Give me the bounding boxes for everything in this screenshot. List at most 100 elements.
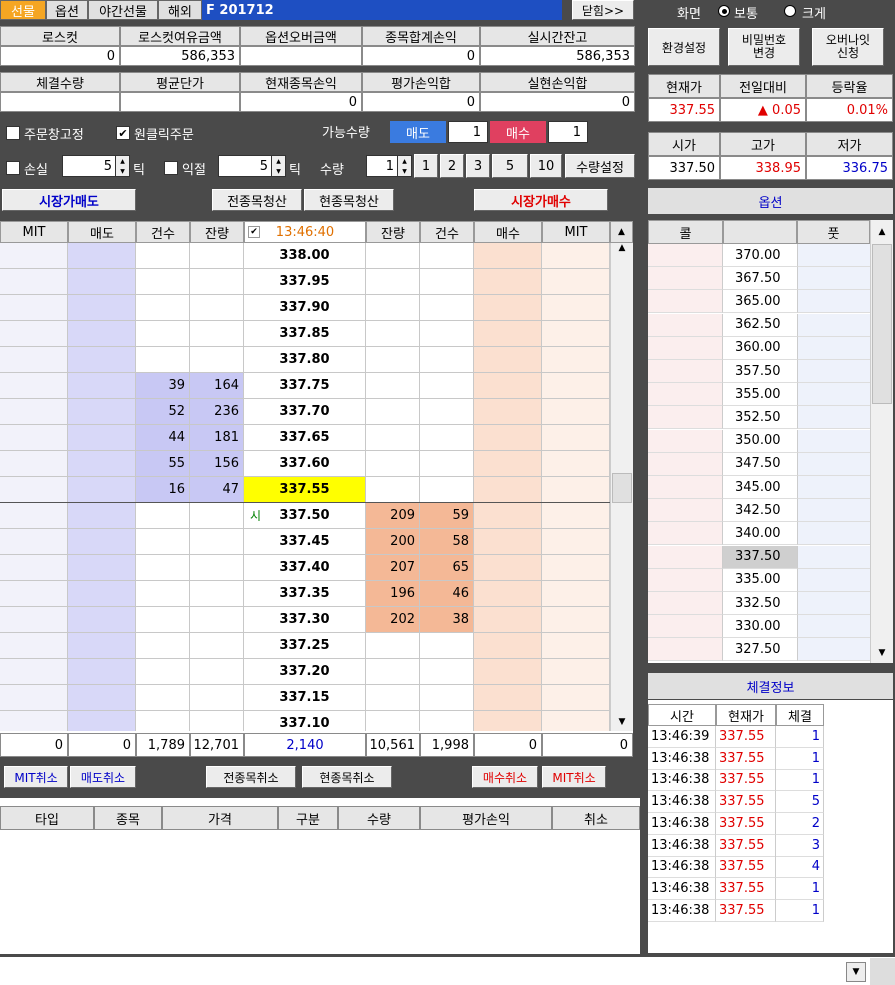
ob-mit-sell-cell[interactable] (0, 399, 68, 425)
qty-preset-1[interactable]: 2 (440, 154, 464, 178)
ob-price-cell[interactable]: 337.45 (244, 529, 366, 555)
ob-mit-buy-cell[interactable] (542, 711, 610, 731)
ob-price-cell[interactable]: 337.80 (244, 347, 366, 373)
mit-sell-cancel-button[interactable]: MIT취소 (4, 766, 68, 788)
call-cell[interactable] (648, 267, 723, 291)
call-cell[interactable] (648, 244, 723, 267)
header-up-icon[interactable]: ▲ (610, 221, 633, 243)
ob-mit-sell-cell[interactable] (0, 607, 68, 633)
ob-mit-buy-cell[interactable] (542, 477, 610, 503)
ob-sell-cell[interactable] (68, 425, 136, 451)
ob-buy-cell[interactable] (474, 321, 542, 347)
put-cell[interactable] (797, 522, 870, 546)
liquidate-current-button[interactable]: 현종목청산 (304, 189, 394, 211)
ob-sell-cell[interactable] (68, 711, 136, 731)
ob-sell-cell[interactable] (68, 607, 136, 633)
ob-sell-cell[interactable] (68, 321, 136, 347)
option-scroll-down-icon[interactable]: ▼ (871, 643, 893, 663)
ob-mit-buy-cell[interactable] (542, 529, 610, 555)
call-cell[interactable] (648, 383, 723, 407)
ob-buy-cell[interactable] (474, 243, 542, 269)
ob-mit-buy-cell[interactable] (542, 581, 610, 607)
put-cell[interactable] (797, 638, 870, 662)
ob-sell-cell[interactable] (68, 373, 136, 399)
put-cell[interactable] (797, 360, 870, 383)
ob-price-cell[interactable]: 337.20 (244, 659, 366, 685)
ob-price-cell[interactable]: 337.50 시 (244, 503, 366, 529)
call-cell[interactable] (648, 452, 723, 476)
call-cell[interactable] (648, 638, 723, 662)
ob-mit-buy-cell[interactable] (542, 451, 610, 477)
call-cell[interactable] (648, 522, 723, 546)
ob-mit-sell-cell[interactable] (0, 321, 68, 347)
close-button[interactable]: 닫힘>> (572, 0, 634, 20)
stop-loss-checkbox[interactable] (6, 161, 20, 175)
ob-buy-cell[interactable] (474, 503, 542, 529)
status-scroll[interactable] (870, 958, 895, 985)
status-dropdown-button[interactable]: ▼ (846, 962, 866, 982)
ob-sell-cell[interactable] (68, 529, 136, 555)
liquidate-all-button[interactable]: 전종목청산 (212, 189, 302, 211)
ob-price-cell[interactable]: 337.60 (244, 451, 366, 477)
qty-preset-0[interactable]: 1 (414, 154, 438, 178)
call-cell[interactable] (648, 360, 723, 383)
overnight-request-button[interactable]: 오버나잇 신청 (812, 28, 884, 66)
ob-mit-buy-cell[interactable] (542, 633, 610, 659)
ob-mit-sell-cell[interactable] (0, 503, 68, 529)
option-scroll-up-icon[interactable]: ▲ (871, 220, 893, 244)
ob-mit-sell-cell[interactable] (0, 633, 68, 659)
ob-sell-cell[interactable] (68, 243, 136, 269)
call-cell[interactable] (648, 429, 723, 453)
qty-preset-2[interactable]: 3 (466, 154, 490, 178)
ob-sell-cell[interactable] (68, 555, 136, 581)
put-cell[interactable] (797, 383, 870, 407)
call-cell[interactable] (648, 313, 723, 337)
call-cell[interactable] (648, 615, 723, 639)
put-cell[interactable] (797, 429, 870, 453)
call-cell[interactable] (648, 592, 723, 615)
ob-mit-buy-cell[interactable] (542, 555, 610, 581)
mit-buy-cancel-button[interactable]: MIT취소 (542, 766, 606, 788)
ob-mit-sell-cell[interactable] (0, 295, 68, 321)
ob-price-cell[interactable]: 337.25 (244, 633, 366, 659)
ob-buy-cell[interactable] (474, 659, 542, 685)
ob-mit-sell-cell[interactable] (0, 451, 68, 477)
orderbook-col-4[interactable]: 13:46:40 (244, 221, 366, 243)
take-profit-checkbox[interactable] (164, 161, 178, 175)
ob-mit-sell-cell[interactable] (0, 659, 68, 685)
ob-mit-sell-cell[interactable] (0, 373, 68, 399)
tab-night-futures[interactable]: 야간선물 (88, 0, 158, 20)
ob-buy-cell[interactable] (474, 269, 542, 295)
put-cell[interactable] (797, 499, 870, 523)
ob-price-cell[interactable]: 337.35 (244, 581, 366, 607)
ob-price-cell[interactable]: 337.65 (244, 425, 366, 451)
cancel-all-button[interactable]: 전종목취소 (206, 766, 296, 788)
normal-radio[interactable] (718, 5, 730, 17)
qty-preset-3[interactable]: 5 (492, 154, 528, 178)
ob-mit-buy-cell[interactable] (542, 321, 610, 347)
orderbook-scrollbar[interactable]: ▲ ▼ (610, 243, 633, 731)
ob-sell-cell[interactable] (68, 477, 136, 503)
call-cell[interactable] (648, 290, 723, 314)
cancel-current-button[interactable]: 현종목취소 (302, 766, 392, 788)
change-password-button[interactable]: 비밀번호 변경 (728, 28, 800, 66)
ob-price-cell[interactable]: 337.30 (244, 607, 366, 633)
stop-loss-stepper[interactable]: 5 ▲ ▼ (62, 155, 130, 177)
put-cell[interactable] (797, 267, 870, 291)
put-cell[interactable] (797, 244, 870, 267)
tab-options[interactable]: 옵션 (46, 0, 88, 20)
put-cell[interactable] (797, 568, 870, 592)
call-cell[interactable] (648, 476, 723, 499)
ob-buy-cell[interactable] (474, 399, 542, 425)
qty-preset-4[interactable]: 10 (530, 154, 562, 178)
ob-price-cell[interactable]: 337.10 (244, 711, 366, 731)
put-cell[interactable] (797, 406, 870, 430)
take-profit-stepper[interactable]: 5 ▲ ▼ (218, 155, 286, 177)
ob-sell-cell[interactable] (68, 399, 136, 425)
buy-cancel-button[interactable]: 매수취소 (472, 766, 538, 788)
put-cell[interactable] (797, 545, 870, 569)
ob-buy-cell[interactable] (474, 451, 542, 477)
ob-sell-cell[interactable] (68, 347, 136, 373)
call-cell[interactable] (648, 499, 723, 523)
sell-cancel-button[interactable]: 매도취소 (70, 766, 136, 788)
